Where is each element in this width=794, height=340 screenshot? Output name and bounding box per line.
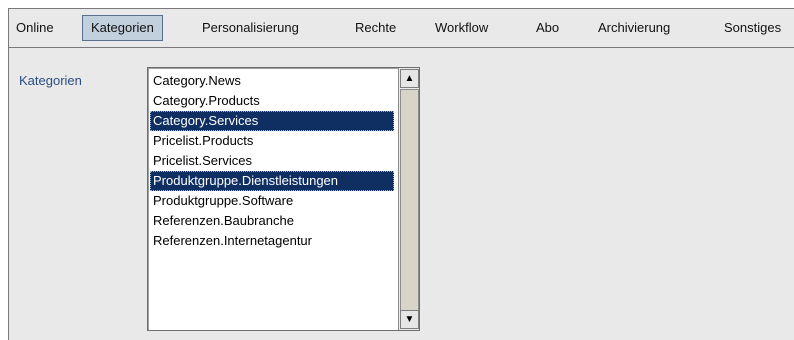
list-item[interactable]: Referenzen.Baubranche xyxy=(150,211,394,231)
tab-rechte[interactable]: Rechte xyxy=(355,18,396,38)
tab-archivierung[interactable]: Archivierung xyxy=(598,18,670,38)
list-item[interactable]: Category.News xyxy=(150,71,394,91)
tab-kategorien[interactable]: Kategorien xyxy=(82,15,163,41)
list-item[interactable]: Category.Services xyxy=(150,111,394,131)
kategorien-listbox[interactable]: Category.News Category.Products Category… xyxy=(147,67,420,331)
property-panel: Online Kategorien Personalisierung Recht… xyxy=(8,8,794,340)
tab-abo[interactable]: Abo xyxy=(536,18,559,38)
kategorien-field-label: Kategorien xyxy=(19,73,82,88)
vertical-scrollbar[interactable]: ▲ ▼ xyxy=(398,68,419,330)
arrow-down-icon[interactable]: ▼ xyxy=(400,310,419,329)
list-item[interactable]: Referenzen.Internetagentur xyxy=(150,231,394,251)
tab-workflow[interactable]: Workflow xyxy=(435,18,488,38)
list-item[interactable]: Produktgruppe.Dienstleistungen xyxy=(150,171,394,191)
tab-sonstiges[interactable]: Sonstiges xyxy=(724,18,781,38)
tab-bar: Online Kategorien Personalisierung Recht… xyxy=(9,9,794,48)
list-item[interactable]: Category.Products xyxy=(150,91,394,111)
tab-personalisierung[interactable]: Personalisierung xyxy=(202,18,299,38)
list-item[interactable]: Produktgruppe.Software xyxy=(150,191,394,211)
scrollbar-thumb[interactable] xyxy=(400,89,419,311)
arrow-up-icon[interactable]: ▲ xyxy=(400,69,419,88)
list-item[interactable]: Pricelist.Services xyxy=(150,151,394,171)
kategorien-list: Category.News Category.Products Category… xyxy=(150,71,394,251)
list-item[interactable]: Pricelist.Products xyxy=(150,131,394,151)
tab-online[interactable]: Online xyxy=(16,18,54,38)
